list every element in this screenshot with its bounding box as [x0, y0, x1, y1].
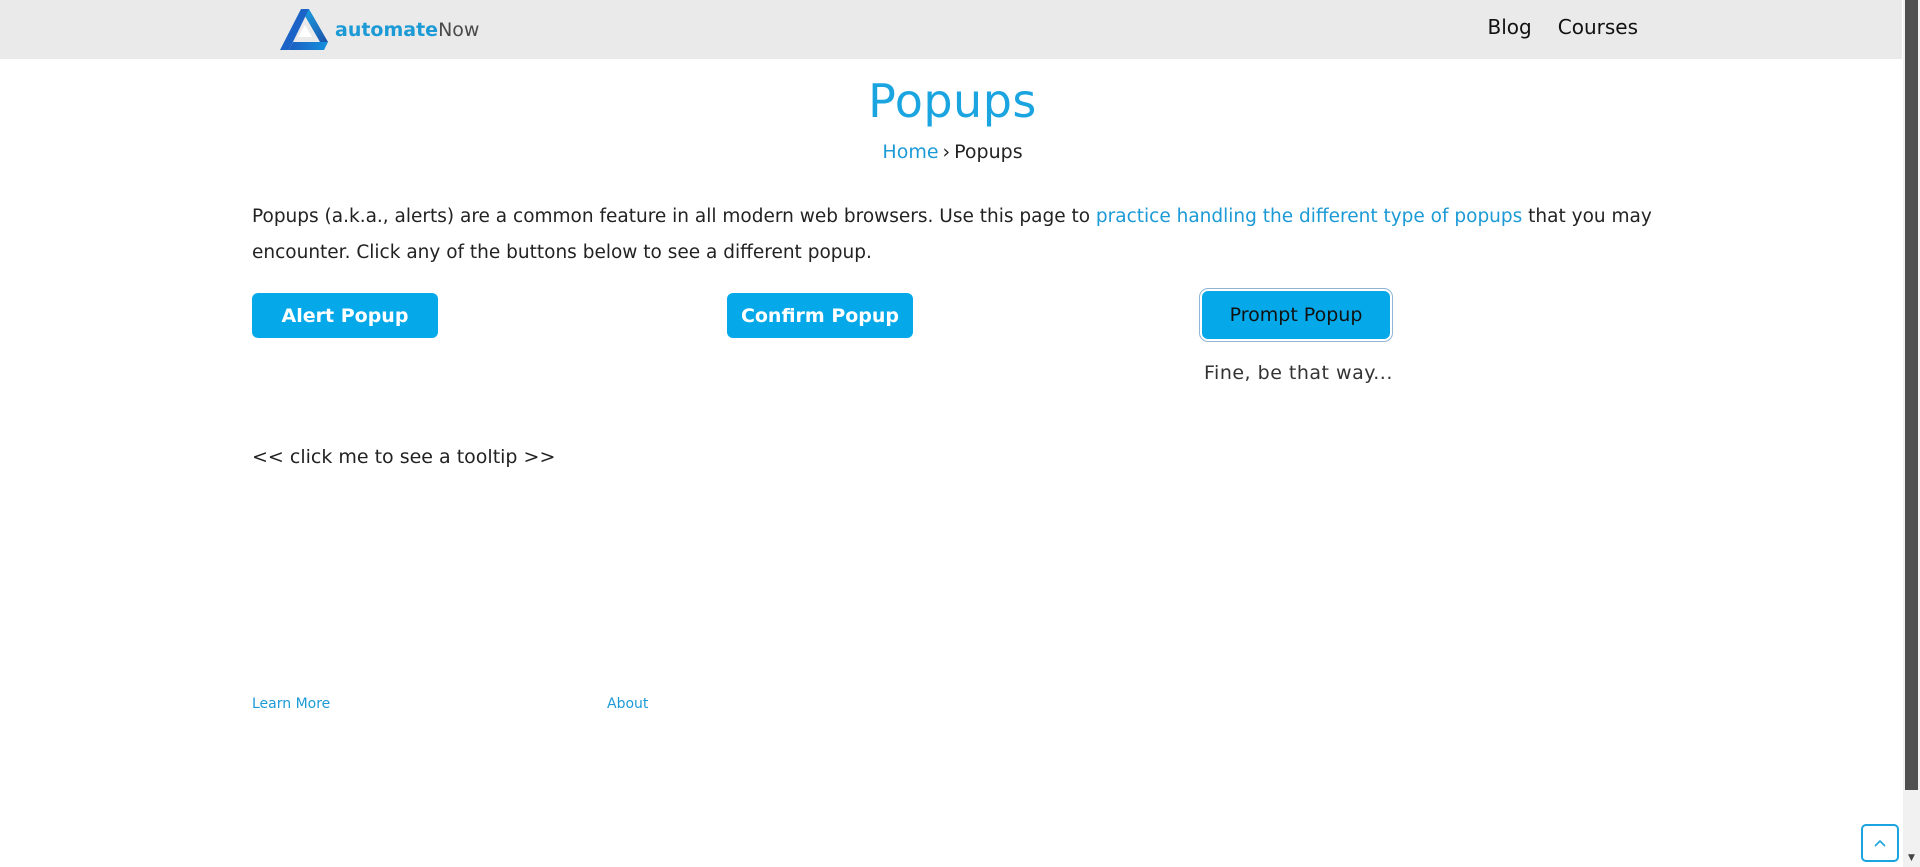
- triangle-down-icon[interactable]: ▼: [1903, 851, 1920, 865]
- chevron-up-icon: [1874, 839, 1886, 847]
- alert-popup-button[interactable]: Alert Popup: [252, 293, 438, 338]
- intro-practice-link[interactable]: practice handling the different type of …: [1096, 206, 1522, 227]
- page-title: Popups: [868, 74, 1037, 128]
- nav-blog-link[interactable]: Blog: [1488, 15, 1532, 39]
- tooltip-trigger[interactable]: << click me to see a tooltip >>: [252, 446, 555, 468]
- page: automateNow Blog Courses Popups Home › Pop…: [0, 0, 1920, 867]
- footer-about-link[interactable]: About: [607, 696, 648, 712]
- site-logo[interactable]: automateNow: [279, 8, 479, 52]
- footer-learn-more-link[interactable]: Learn More: [252, 696, 330, 712]
- logo-text-bold: automate: [335, 18, 439, 41]
- confirm-popup-button[interactable]: Confirm Popup: [727, 293, 913, 338]
- logo-text-light: Now: [438, 18, 480, 41]
- breadcrumb-current: Popups: [954, 141, 1023, 163]
- page-scrollbar[interactable]: ▼: [1903, 0, 1920, 867]
- scrollbar-thumb[interactable]: [1905, 0, 1918, 790]
- back-to-top-button[interactable]: [1861, 824, 1899, 862]
- breadcrumb-home-link[interactable]: Home: [882, 141, 938, 163]
- main-nav: Blog Courses: [1488, 15, 1638, 39]
- intro-text-start: Popups (a.k.a., alerts) are a common fea…: [252, 206, 1096, 227]
- breadcrumb: Home › Popups: [0, 141, 1905, 163]
- logo-text: automateNow: [335, 18, 480, 41]
- prompt-popup-button[interactable]: Prompt Popup: [1202, 291, 1390, 339]
- site-header: automateNow Blog Courses: [0, 0, 1902, 59]
- prompt-result-text: Fine, be that way...: [1204, 362, 1393, 384]
- intro-paragraph: Popups (a.k.a., alerts) are a common fea…: [252, 199, 1652, 271]
- automatenow-logo-icon: [280, 9, 328, 50]
- breadcrumb-separator: ›: [942, 141, 951, 163]
- nav-courses-link[interactable]: Courses: [1558, 15, 1638, 39]
